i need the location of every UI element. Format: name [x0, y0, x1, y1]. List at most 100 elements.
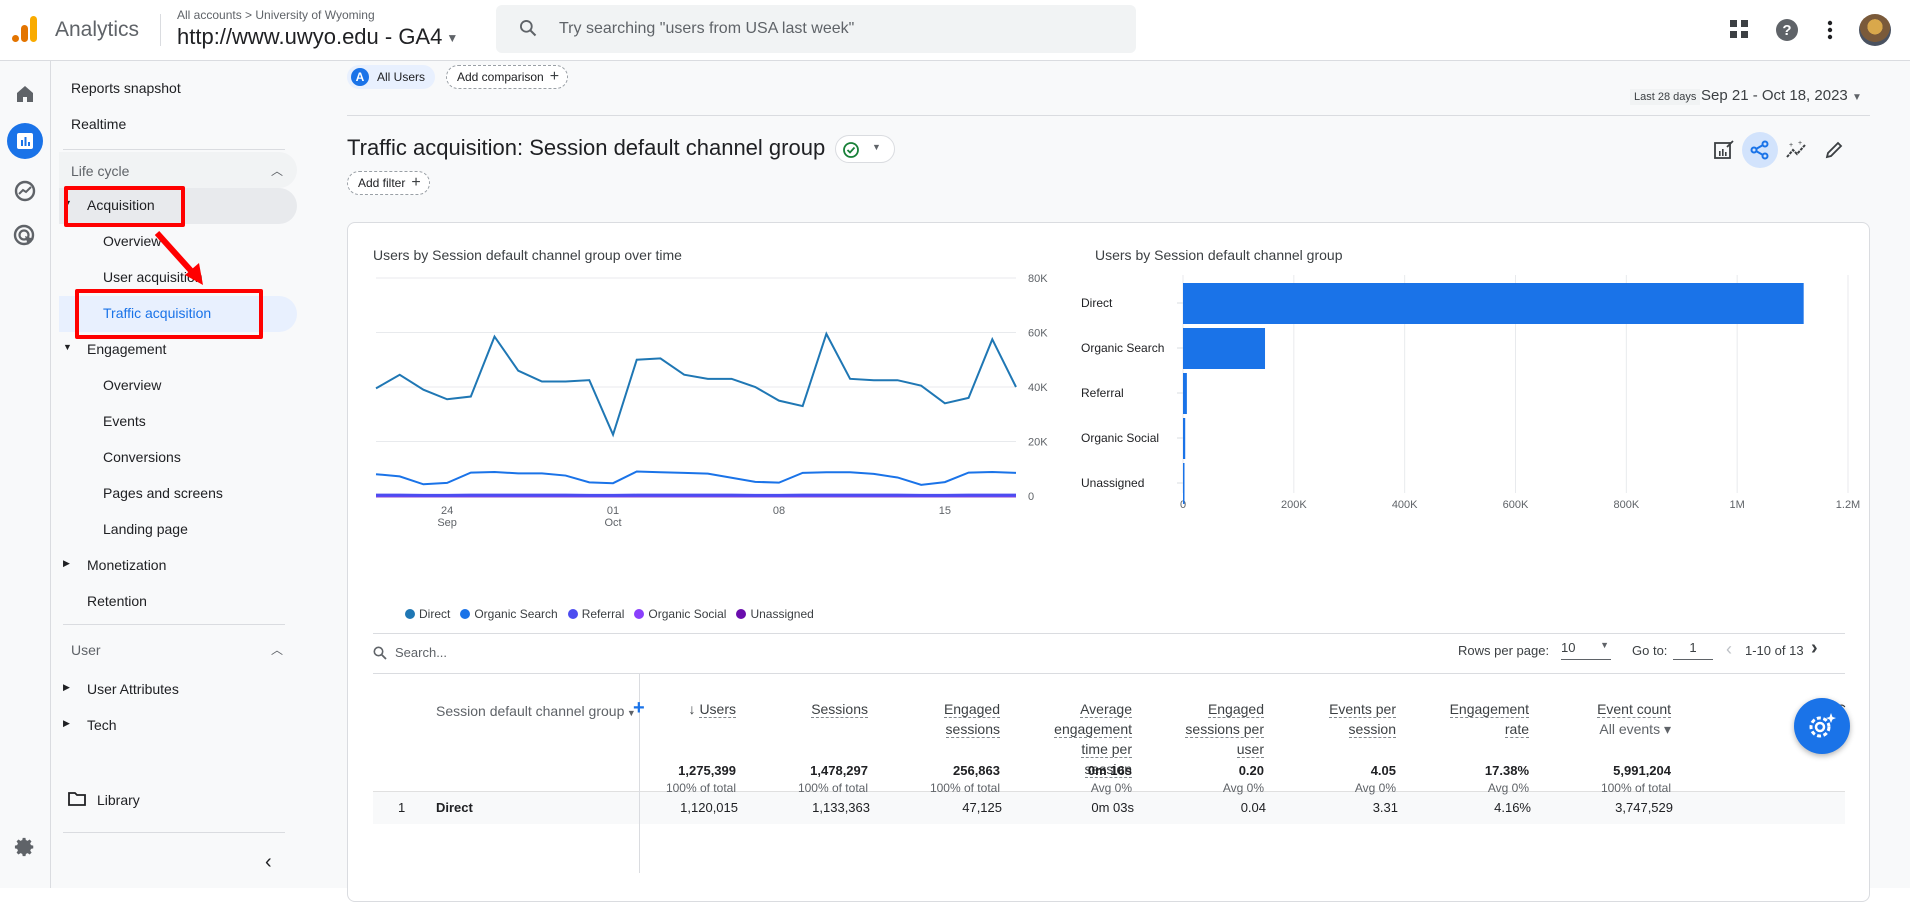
nav-realtime[interactable]: Realtime	[71, 107, 126, 141]
nav-tech[interactable]: Tech	[87, 708, 117, 742]
legend-swatch	[736, 609, 746, 619]
legend-item-referral[interactable]: Referral	[568, 607, 625, 621]
nav-section-user[interactable]: User	[71, 642, 101, 658]
search-bar[interactable]: Try searching "users from USA last week"	[496, 5, 1136, 53]
nav-reports-snapshot[interactable]: Reports snapshot	[71, 71, 181, 105]
x-tick-label: 800K	[1613, 499, 1639, 511]
divider	[347, 115, 1870, 116]
insights-fab[interactable]	[1794, 698, 1850, 754]
data-quality-status-button[interactable]: ▼	[835, 135, 895, 163]
rows-per-page-label: Rows per page:	[1458, 643, 1549, 658]
legend-item-organic-social[interactable]: Organic Social	[634, 607, 726, 621]
column-total: 256,863	[953, 763, 1000, 778]
x-tick-label: 24	[441, 505, 453, 517]
edit-pencil-icon[interactable]	[1816, 132, 1852, 168]
column-header-engaged-sessions[interactable]: Engagedsessions	[944, 699, 1000, 739]
legend-item-organic-search[interactable]: Organic Search	[460, 607, 557, 621]
column-total: 1,478,297	[810, 763, 868, 778]
add-filter-button[interactable]: Add filter +	[347, 171, 430, 195]
nav-landing-page[interactable]: Landing page	[103, 512, 188, 546]
analytics-logo-icon	[10, 14, 40, 44]
row-channel-link[interactable]: Direct	[436, 800, 473, 815]
metric-selector[interactable]: All events ▾	[1597, 719, 1671, 739]
table-row[interactable]: 1Direct1,120,0151,133,36347,1250m 03s0.0…	[373, 792, 1845, 824]
page-title: Traffic acquisition: Session default cha…	[347, 135, 825, 161]
column-total: 1,275,399	[678, 763, 736, 778]
more-vert-icon[interactable]	[1820, 18, 1840, 42]
bar-unassigned[interactable]	[1183, 463, 1185, 504]
bar-referral[interactable]	[1183, 373, 1187, 414]
column-header-engaged-sessions-per-user[interactable]: Engagedsessions peruser	[1185, 699, 1264, 759]
collapse-nav-icon[interactable]: ‹	[265, 851, 272, 874]
avatar[interactable]	[1859, 14, 1891, 46]
column-header-users[interactable]: ↓ Users	[689, 699, 736, 719]
add-comparison-button[interactable]: Add comparison+	[446, 65, 568, 89]
reports-nav: Reports snapshot Realtime Life cycle ︿ ▼…	[51, 61, 321, 888]
legend-item-direct[interactable]: Direct	[405, 607, 450, 621]
add-dimension-button[interactable]: +	[633, 697, 645, 720]
column-header-events-per-session[interactable]: Events persession	[1329, 699, 1396, 739]
legend-swatch	[568, 609, 578, 619]
row-cell: 3,747,529	[1615, 800, 1673, 815]
nav-retention[interactable]: Retention	[87, 584, 147, 618]
category-label: Organic Social	[1081, 431, 1159, 445]
column-header-sessions[interactable]: Sessions	[811, 699, 868, 719]
date-range-picker[interactable]: Sep 21 - Oct 18, 2023 ▼	[1701, 87, 1862, 104]
reports-icon[interactable]	[7, 123, 43, 159]
column-header-engagement-rate[interactable]: Engagementrate	[1450, 699, 1529, 739]
svg-text:+: +	[1798, 140, 1802, 147]
dimension-selector[interactable]: Session default channel group ▼	[436, 703, 636, 719]
y-tick-label: 60K	[1028, 328, 1048, 340]
prev-page-icon[interactable]: ‹	[1726, 639, 1732, 660]
nav-events[interactable]: Events	[103, 404, 146, 438]
report-card: Users by Session default channel group o…	[347, 222, 1870, 902]
insights-icon[interactable]: ++	[1779, 132, 1815, 168]
nav-library[interactable]: Library	[97, 783, 140, 817]
plus-icon: +	[411, 174, 420, 192]
next-page-icon[interactable]: ›	[1811, 637, 1818, 660]
column-header-label: Sessions	[811, 701, 868, 718]
sort-descending-icon[interactable]: ↓	[689, 701, 700, 717]
customize-report-icon[interactable]	[1706, 132, 1742, 168]
goto-page-input[interactable]: 1	[1673, 640, 1713, 660]
breadcrumb[interactable]: All accounts > University of Wyoming	[177, 8, 375, 22]
bar-chart[interactable]: 0200K400K600K800K1M1.2MDirectOrganic Sea…	[1078, 263, 1868, 583]
chevron-up-icon[interactable]: ︿	[271, 162, 283, 179]
x-tick-label: 1M	[1730, 499, 1745, 511]
apps-grid-icon[interactable]	[1728, 18, 1750, 40]
bar-direct[interactable]	[1183, 283, 1804, 324]
nav-conversions[interactable]: Conversions	[103, 440, 181, 474]
nav-monetization[interactable]: Monetization	[87, 548, 166, 582]
property-selector[interactable]: http://www.uwyo.edu - GA4▼	[177, 24, 458, 50]
home-icon[interactable]	[10, 79, 40, 109]
bar-organic-search[interactable]	[1183, 328, 1265, 369]
nav-engagement-overview[interactable]: Overview	[103, 368, 161, 402]
help-icon[interactable]: ?	[1775, 18, 1799, 42]
table-search[interactable]: Search...	[373, 645, 447, 660]
segment-label: All Users	[377, 70, 425, 84]
series-line-organic-search[interactable]	[376, 471, 1016, 484]
settings-icon[interactable]	[10, 832, 40, 862]
nav-user-attributes[interactable]: User Attributes	[87, 672, 179, 706]
row-rank: 1	[398, 800, 405, 815]
column-header-label: time per	[1081, 741, 1132, 758]
add-filter-label: Add filter	[358, 176, 405, 190]
nav-section-lifecycle[interactable]: Life cycle	[71, 163, 129, 179]
line-chart[interactable]: 020K40K60K80K24Sep01Oct0815	[348, 263, 1068, 583]
bar-organic-social[interactable]	[1183, 418, 1185, 459]
advertising-icon[interactable]	[10, 221, 40, 251]
legend-label: Organic Social	[648, 607, 726, 621]
add-comparison-label: Add comparison	[457, 70, 544, 84]
series-line-direct[interactable]	[376, 334, 1016, 435]
nav-pages-and-screens[interactable]: Pages and screens	[103, 476, 223, 510]
rows-per-page-select[interactable]: 10▼	[1561, 640, 1611, 660]
column-header-event-count[interactable]: Event countAll events ▾	[1597, 699, 1671, 739]
segment-chip-all-users[interactable]: A All Users	[347, 65, 435, 89]
check-circle-icon	[842, 141, 860, 159]
column-header-label: session	[1349, 721, 1396, 738]
explore-icon[interactable]	[10, 176, 40, 206]
legend-item-unassigned[interactable]: Unassigned	[736, 607, 813, 621]
chevron-up-icon[interactable]: ︿	[271, 641, 283, 658]
share-icon[interactable]	[1742, 132, 1778, 168]
annotation-box-traffic-acquisition	[75, 289, 263, 339]
